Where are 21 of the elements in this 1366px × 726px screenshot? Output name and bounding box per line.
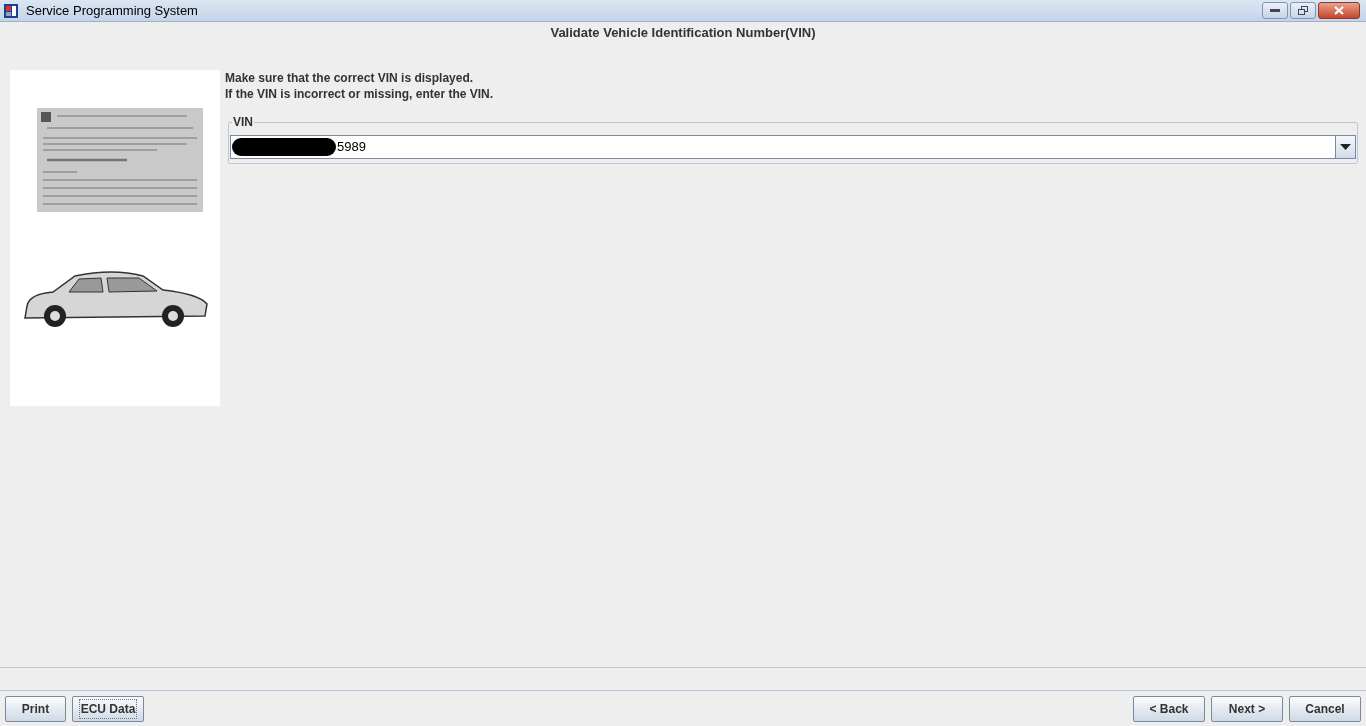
close-button[interactable] bbox=[1318, 2, 1360, 19]
restore-button[interactable] bbox=[1290, 2, 1316, 19]
window-title: Service Programming System bbox=[26, 1, 198, 20]
vin-group-label: VIN bbox=[232, 115, 254, 129]
instruction-text: Make sure that the correct VIN is displayed. bbox=[225, 70, 475, 86]
dialog-button[interactable]: ECU Data bbox=[72, 695, 144, 722]
dialog-button[interactable]: Cancel bbox=[1289, 695, 1361, 722]
minimize-icon bbox=[1270, 9, 1280, 12]
dialog-button[interactable]: Print bbox=[5, 695, 66, 722]
page-heading: Validate Vehicle Identification Number(VIN) bbox=[550, 24, 816, 43]
dialog-button[interactable]: < Back bbox=[1133, 695, 1205, 722]
minimize-button[interactable] bbox=[1262, 2, 1288, 19]
vin-combo-box[interactable]: 5989 bbox=[230, 135, 1356, 159]
close-icon bbox=[1334, 6, 1344, 15]
restore-icon bbox=[1298, 6, 1308, 15]
app-icon bbox=[3, 2, 19, 19]
dropdown-button[interactable] bbox=[1335, 136, 1355, 158]
dialog-button[interactable]: Next > bbox=[1211, 695, 1283, 722]
vin-value: 5989 bbox=[337, 138, 366, 157]
instruction-text: If the VIN is incorrect or missing, enter the VIN. bbox=[225, 86, 495, 102]
caret-icon bbox=[1340, 144, 1351, 150]
